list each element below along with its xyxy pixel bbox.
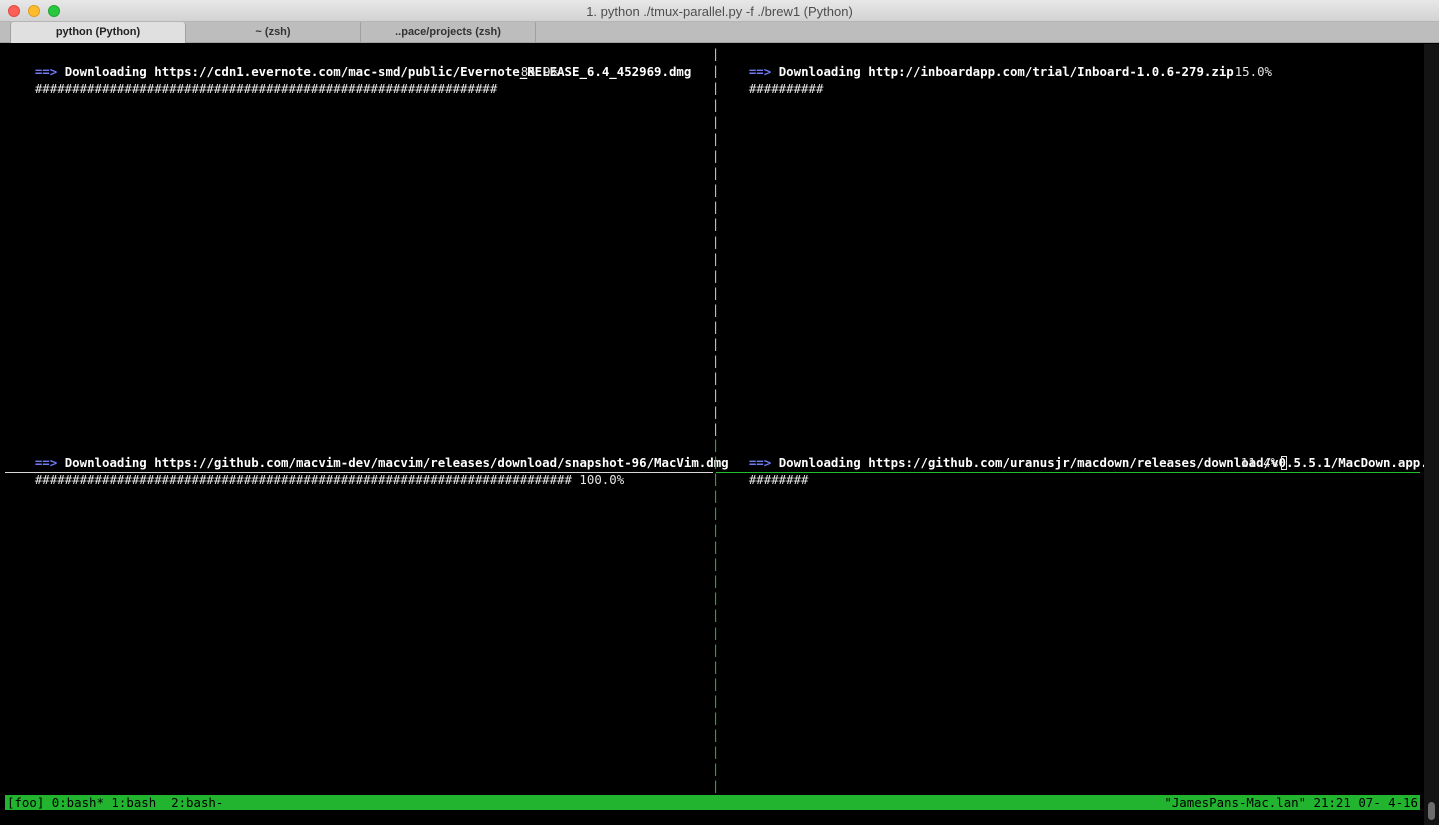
tab-python[interactable]: python (Python) (10, 22, 186, 43)
terminal-cursor (1281, 456, 1287, 470)
tmux-status-bar: [foo] 0:bash* 1:bash 2:bash- "JamesPans-… (5, 795, 1420, 810)
pane-top-left-download-line: ==> Downloading https://cdn1.evernote.co… (5, 46, 692, 79)
pane-bottom-right-progress-line: ######## 11.4% (719, 454, 1287, 487)
pane-divider-horizontal-left[interactable] (5, 472, 713, 473)
tmux-window-list[interactable]: [foo] 0:bash* 1:bash 2:bash- (7, 795, 223, 810)
pane-divider-vertical-top[interactable]: | | | | | | | | | | | | | | | | | | | | … (712, 46, 719, 438)
terminal-scrollbar[interactable] (1424, 44, 1439, 825)
progress-percent: 15.0% (1234, 64, 1272, 79)
pane-bottom-left-download-line: ==> Downloading https://github.com/macvi… (5, 437, 729, 470)
progress-bar-text: ######## (748, 472, 809, 487)
window-title: 1. python ./tmux-parallel.py -f ./brew1 … (586, 4, 853, 19)
tab-bar: python (Python) ~ (zsh) ..pace/projects … (0, 22, 1439, 43)
terminal-area[interactable]: ==> Downloading https://cdn1.evernote.co… (0, 44, 1439, 825)
pane-divider-vertical-bottom[interactable]: | | | | | | | | | | | | | | | | | | | | … (712, 437, 719, 812)
tab-zsh-home[interactable]: ~ (zsh) (186, 22, 361, 43)
progress-percent: 85.9% (520, 64, 558, 79)
progress-bar-text: ########################################… (34, 472, 572, 487)
tab-zsh-projects[interactable]: ..pace/projects (zsh) (361, 22, 536, 43)
pane-bottom-left-progress-line: ########################################… (5, 454, 624, 487)
pane-bottom-right-download-line: ==> Downloading https://github.com/uranu… (719, 437, 1439, 470)
tmux-host-clock: "JamesPans-Mac.lan" 21:21 07- 4-16 (1164, 795, 1418, 810)
pane-top-right-download-line: ==> Downloading http://inboardapp.com/tr… (719, 46, 1234, 79)
window-titlebar: 1. python ./tmux-parallel.py -f ./brew1 … (0, 0, 1439, 22)
scrollbar-thumb[interactable] (1428, 802, 1435, 820)
progress-bar-text: ########################################… (34, 81, 498, 96)
pane-top-right-progress-line: ########## 15.0% (719, 63, 1279, 96)
progress-percent: 100.0% (579, 472, 625, 487)
pane-top-left-progress-line: ########################################… (5, 63, 565, 96)
pane-divider-horizontal-right[interactable] (716, 472, 1420, 473)
progress-bar-text: ########## (748, 81, 824, 96)
progress-percent: 11.4% (1240, 455, 1278, 470)
